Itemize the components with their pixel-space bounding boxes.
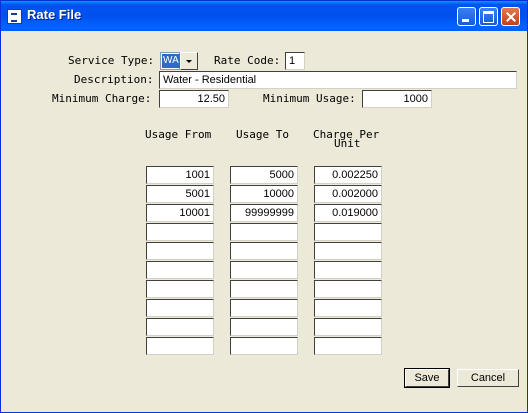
usage-from-cell[interactable] <box>146 299 214 317</box>
charge-per-unit-cell[interactable]: 0.002000 <box>314 185 382 203</box>
rate-code-field[interactable]: 1 <box>285 52 305 70</box>
minimum-charge-label: Minimum Charge: <box>52 92 152 105</box>
usage-from-cell[interactable] <box>146 223 214 241</box>
charge-per-unit-cell[interactable]: 0.019000 <box>314 204 382 222</box>
charge-per-unit-header-line2: Unit <box>334 137 361 150</box>
app-icon <box>7 9 22 24</box>
minimize-button[interactable] <box>457 7 476 26</box>
minimum-charge-field[interactable]: 12.50 <box>159 90 229 108</box>
charge-per-unit-cell[interactable]: 0.002250 <box>314 166 382 184</box>
usage-to-cell[interactable] <box>230 261 298 279</box>
service-type-dropdown[interactable]: WA <box>160 52 198 70</box>
save-button[interactable]: Save <box>404 368 450 388</box>
usage-from-cell[interactable] <box>146 242 214 260</box>
charge-per-unit-cell[interactable] <box>314 337 382 355</box>
usage-to-cell[interactable]: 99999999 <box>230 204 298 222</box>
charge-per-unit-cell[interactable] <box>314 223 382 241</box>
title-bar[interactable]: Rate File <box>1 1 527 31</box>
charge-per-unit-cell[interactable] <box>314 318 382 336</box>
usage-from-cell[interactable]: 10001 <box>146 204 214 222</box>
description-label: Description: <box>74 73 154 86</box>
charge-per-unit-cell[interactable] <box>314 299 382 317</box>
usage-to-cell[interactable] <box>230 280 298 298</box>
cancel-button[interactable]: Cancel <box>457 369 519 387</box>
usage-to-cell[interactable] <box>230 242 298 260</box>
window-title: Rate File <box>27 7 82 22</box>
usage-from-cell[interactable] <box>146 280 214 298</box>
usage-to-cell[interactable]: 10000 <box>230 185 298 203</box>
usage-to-cell[interactable] <box>230 299 298 317</box>
usage-to-cell[interactable] <box>230 223 298 241</box>
usage-to-cell[interactable] <box>230 318 298 336</box>
usage-to-cell[interactable] <box>230 337 298 355</box>
charge-per-unit-cell[interactable] <box>314 242 382 260</box>
usage-from-cell[interactable] <box>146 261 214 279</box>
rate-code-label: Rate Code: <box>214 54 281 67</box>
chevron-down-icon[interactable] <box>180 52 198 70</box>
usage-from-cell[interactable]: 1001 <box>146 166 214 184</box>
usage-to-cell[interactable]: 5000 <box>230 166 298 184</box>
charge-per-unit-cell[interactable] <box>314 280 382 298</box>
usage-from-cell[interactable] <box>146 337 214 355</box>
usage-to-header: Usage To <box>236 128 289 141</box>
maximize-button[interactable] <box>479 7 498 26</box>
charge-per-unit-cell[interactable] <box>314 261 382 279</box>
minimum-usage-label: Minimum Usage: <box>263 92 356 105</box>
rate-file-window: Rate File Service Type: WA Rate Code: 1 … <box>0 0 528 413</box>
close-button[interactable] <box>501 7 520 26</box>
service-type-value: WA <box>162 54 180 68</box>
usage-from-cell[interactable]: 5001 <box>146 185 214 203</box>
description-field[interactable]: Water - Residential <box>159 71 517 89</box>
usage-from-header: Usage From <box>145 128 212 141</box>
minimum-usage-field[interactable]: 1000 <box>362 90 432 108</box>
service-type-label: Service Type: <box>68 54 155 67</box>
usage-from-cell[interactable] <box>146 318 214 336</box>
service-type-value-box[interactable]: WA <box>160 52 180 70</box>
